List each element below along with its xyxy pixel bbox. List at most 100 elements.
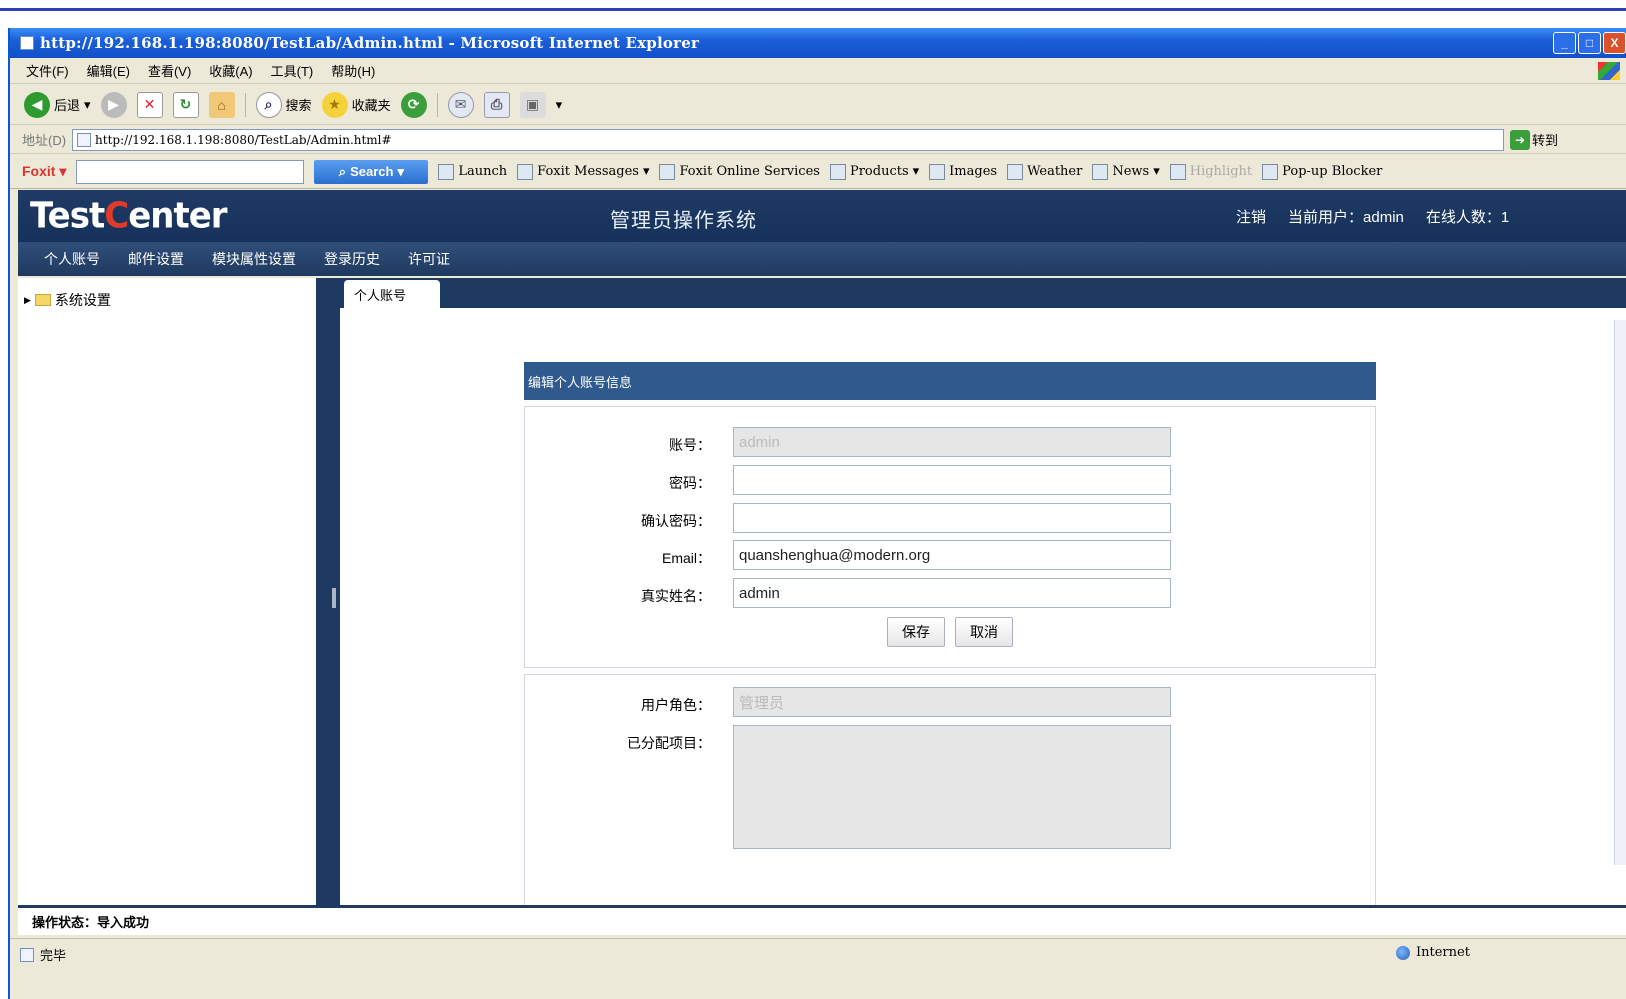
globe-icon: [1396, 945, 1410, 960]
splitter-grip-icon[interactable]: [332, 588, 336, 608]
menu-favorites[interactable]: 收藏(A): [209, 61, 252, 80]
online-count: 在线人数：1: [1425, 209, 1510, 226]
role-row: 用户角色： 管理员: [525, 687, 1375, 719]
favorites-button[interactable]: ★ 收藏夹: [321, 91, 391, 118]
main-content: 个人账号 编辑个人账号信息 账号： admin 密码： 确认密码： Email：…: [340, 278, 1626, 905]
role-field: 管理员: [733, 687, 1171, 717]
nav-module-settings[interactable]: 模块属性设置: [212, 249, 296, 269]
projects-label: 已分配项目：: [627, 735, 711, 751]
favorites-label: 收藏夹: [351, 98, 391, 113]
foxit-popup-blocker[interactable]: Pop-up Blocker: [1262, 163, 1382, 180]
app-title: 管理员操作系统: [610, 210, 757, 232]
star-icon: ★: [321, 91, 348, 118]
search-icon: ⌕: [338, 163, 347, 179]
foxit-images[interactable]: Images: [929, 163, 997, 180]
foxit-logo[interactable]: Foxit ▾: [22, 163, 66, 180]
close-button[interactable]: X: [1603, 32, 1626, 54]
history-button[interactable]: ⟳: [400, 91, 427, 118]
tab-personal-account[interactable]: 个人账号: [344, 280, 440, 308]
print-button[interactable]: ⎙: [483, 91, 510, 118]
logout-link[interactable]: 注销: [1236, 206, 1266, 227]
toolbar-separator: [244, 92, 246, 117]
foxit-highlight[interactable]: Highlight: [1169, 163, 1252, 180]
status-zone: Internet: [1396, 945, 1470, 960]
back-arrow-icon: ◀: [24, 91, 50, 118]
menu-tools[interactable]: 工具(T): [271, 61, 314, 80]
toolbar-separator: [436, 92, 438, 117]
chevron-down-icon[interactable]: ▾: [556, 97, 563, 113]
browser-status-bar: 完毕 Internet: [10, 938, 1626, 999]
chevron-down-icon: ▾: [84, 96, 91, 112]
expand-arrow-icon: ▶: [24, 294, 31, 305]
confirm-password-label: 确认密码：: [641, 513, 711, 529]
online-services-label: Foxit Online Services: [679, 164, 820, 179]
search-label: 搜索: [285, 98, 312, 113]
nav-personal-account[interactable]: 个人账号: [44, 249, 100, 269]
foxit-weather[interactable]: Weather: [1007, 163, 1082, 180]
forward-button[interactable]: ▶: [100, 91, 127, 118]
foxit-products[interactable]: Products ▾: [829, 163, 919, 180]
realname-field[interactable]: admin: [733, 578, 1171, 608]
foxit-launch[interactable]: Launch: [438, 163, 507, 180]
address-url: http://192.168.1.198:8080/TestLab/Admin.…: [95, 132, 392, 147]
maximize-button[interactable]: □: [1578, 32, 1601, 54]
email-field[interactable]: quanshenghua@modern.org: [733, 540, 1171, 570]
menu-view[interactable]: 查看(V): [148, 61, 191, 80]
logo-part-c: C: [104, 195, 129, 237]
menu-file[interactable]: 文件(F): [26, 61, 69, 80]
refresh-button[interactable]: ↻: [172, 91, 199, 118]
home-button[interactable]: ⌂: [208, 91, 235, 118]
password-row: 密码：: [525, 465, 1375, 497]
foxit-search-input[interactable]: [76, 159, 305, 184]
logo-part-test: Test: [30, 195, 105, 237]
address-input[interactable]: http://192.168.1.198:8080/TestLab/Admin.…: [72, 128, 1505, 151]
realname-row: 真实姓名： admin: [525, 578, 1375, 610]
menu-help[interactable]: 帮助(H): [331, 61, 375, 80]
standard-toolbar: ◀ 后退 ▾ ▶ ✕ ↻ ⌂ ⌕ 搜索 ★ 收藏夹 ⟳ ✉ ⎙ ▣ ▾: [10, 85, 1626, 125]
edit-button[interactable]: ▣: [519, 91, 546, 118]
go-button[interactable]: ➜ 转到: [1510, 129, 1558, 150]
products-icon: [829, 163, 846, 180]
cancel-button[interactable]: 取消: [955, 617, 1013, 647]
sidebar-item-system-settings[interactable]: ▶ 系统设置: [24, 290, 111, 310]
back-button[interactable]: ◀ 后退 ▾: [24, 91, 91, 118]
tab-strip: 个人账号: [340, 278, 1626, 308]
confirm-password-field[interactable]: [733, 503, 1171, 533]
foxit-online-services[interactable]: Foxit Online Services: [659, 163, 820, 180]
stop-button[interactable]: ✕: [136, 91, 163, 118]
email-row: Email： quanshenghua@modern.org: [525, 540, 1375, 572]
back-label: 后退: [54, 98, 81, 113]
realname-label: 真实姓名：: [641, 588, 711, 604]
menu-edit[interactable]: 编辑(E): [87, 61, 130, 80]
nav-login-history[interactable]: 登录历史: [324, 249, 380, 269]
highlight-icon: [1169, 163, 1186, 180]
windows-logo-icon: [1598, 62, 1620, 80]
popup-blocker-icon: [1262, 163, 1279, 180]
vertical-scrollbar[interactable]: [1614, 320, 1626, 865]
title-bar[interactable]: http://192.168.1.198:8080/TestLab/Admin.…: [10, 28, 1626, 58]
window-controls: _ □ X: [1553, 32, 1626, 54]
images-icon: [929, 163, 946, 180]
password-field[interactable]: [733, 465, 1171, 495]
foxit-search-button[interactable]: ⌕ Search ▾: [314, 159, 429, 184]
projects-row: 已分配项目：: [525, 725, 1375, 849]
role-label: 用户角色：: [641, 697, 711, 713]
messages-label: Foxit Messages: [537, 164, 639, 179]
nav-license[interactable]: 许可证: [408, 249, 450, 269]
mail-button[interactable]: ✉: [447, 91, 474, 118]
foxit-news[interactable]: News ▾: [1092, 163, 1160, 180]
foxit-search-label: Search: [350, 164, 394, 179]
window-title: http://192.168.1.198:8080/TestLab/Admin.…: [40, 34, 700, 52]
logo-part-enter: enter: [128, 195, 227, 237]
save-button[interactable]: 保存: [887, 617, 945, 647]
minimize-button[interactable]: _: [1553, 32, 1576, 54]
search-button[interactable]: ⌕ 搜索: [255, 91, 312, 118]
page-done-icon: [20, 947, 34, 962]
foxit-toolbar: Foxit ▾ ⌕ Search ▾ Launch Foxit Messages…: [10, 155, 1626, 189]
foxit-messages[interactable]: Foxit Messages ▾: [517, 163, 649, 180]
sidebar: ▶ 系统设置: [18, 278, 328, 905]
form-buttons: 保存 取消: [887, 617, 1013, 647]
nav-mail-settings[interactable]: 邮件设置: [128, 249, 184, 269]
role-panel: 用户角色： 管理员 已分配项目：: [524, 674, 1376, 905]
projects-field: [733, 725, 1171, 849]
